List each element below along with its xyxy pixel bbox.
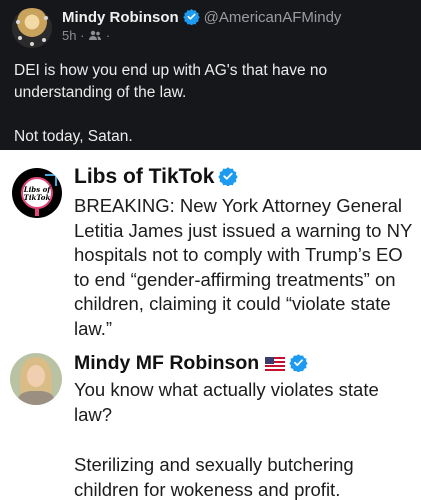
author-handle[interactable]: @AmericanAFMindy — [204, 9, 342, 26]
libs-of-tiktok-avatar: Libs of TikTok — [12, 168, 62, 218]
avatar-logo-line2: TikTok — [23, 193, 51, 202]
post-text: DEI is how you end up with AG's that hav… — [14, 60, 409, 148]
embedded-author-name-2-text: Mindy MF Robinson — [74, 352, 260, 374]
male-symbol-arrow — [45, 174, 57, 186]
people-icon — [88, 28, 102, 43]
embedded-author-name-1-text: Libs of TikTok — [74, 165, 215, 188]
top-post: Mindy Robinson @AmericanAFMindy 5h · · DE… — [0, 0, 421, 150]
us-flag-icon — [265, 354, 286, 377]
mindy-avatar — [10, 353, 62, 405]
author-avatar[interactable] — [12, 8, 52, 48]
embedded-screenshot: Libs of TikTok Libs of TikTok BREAKING: … — [0, 150, 421, 500]
female-symbol-cross — [35, 209, 39, 216]
embedded-post-text-2: You know what actually violates state la… — [74, 377, 414, 500]
post-time: 5h — [62, 28, 77, 43]
embedded-post-text-1: BREAKING: New York Attorney General Leti… — [74, 194, 414, 341]
meta-separator: · — [105, 28, 111, 43]
embedded-author-name-2: Mindy MF Robinson — [74, 352, 308, 378]
embedded-post-text-1-body: BREAKING: New York Attorney General Leti… — [74, 195, 412, 339]
verified-badge-icon — [182, 8, 200, 29]
meta-separator: · — [80, 28, 85, 43]
verified-badge-icon — [289, 353, 308, 378]
embedded-post-text-2-line2: Sterilizing and sexually butchering chil… — [74, 454, 354, 500]
author-name[interactable]: Mindy Robinson — [62, 9, 179, 26]
verified-badge-icon — [218, 166, 239, 192]
post-text-line2: Not today, Satan. — [14, 128, 133, 145]
screenshot-root: Mindy Robinson @AmericanAFMindy 5h · · DE… — [0, 0, 421, 500]
embedded-author-name-1: Libs of TikTok — [74, 165, 239, 192]
post-header: Mindy Robinson @AmericanAFMindy — [62, 8, 412, 28]
post-meta: 5h · · — [62, 28, 110, 43]
embedded-post-text-2-line1: You know what actually violates state la… — [74, 379, 379, 425]
post-text-line1: DEI is how you end up with AG's that hav… — [14, 62, 328, 101]
